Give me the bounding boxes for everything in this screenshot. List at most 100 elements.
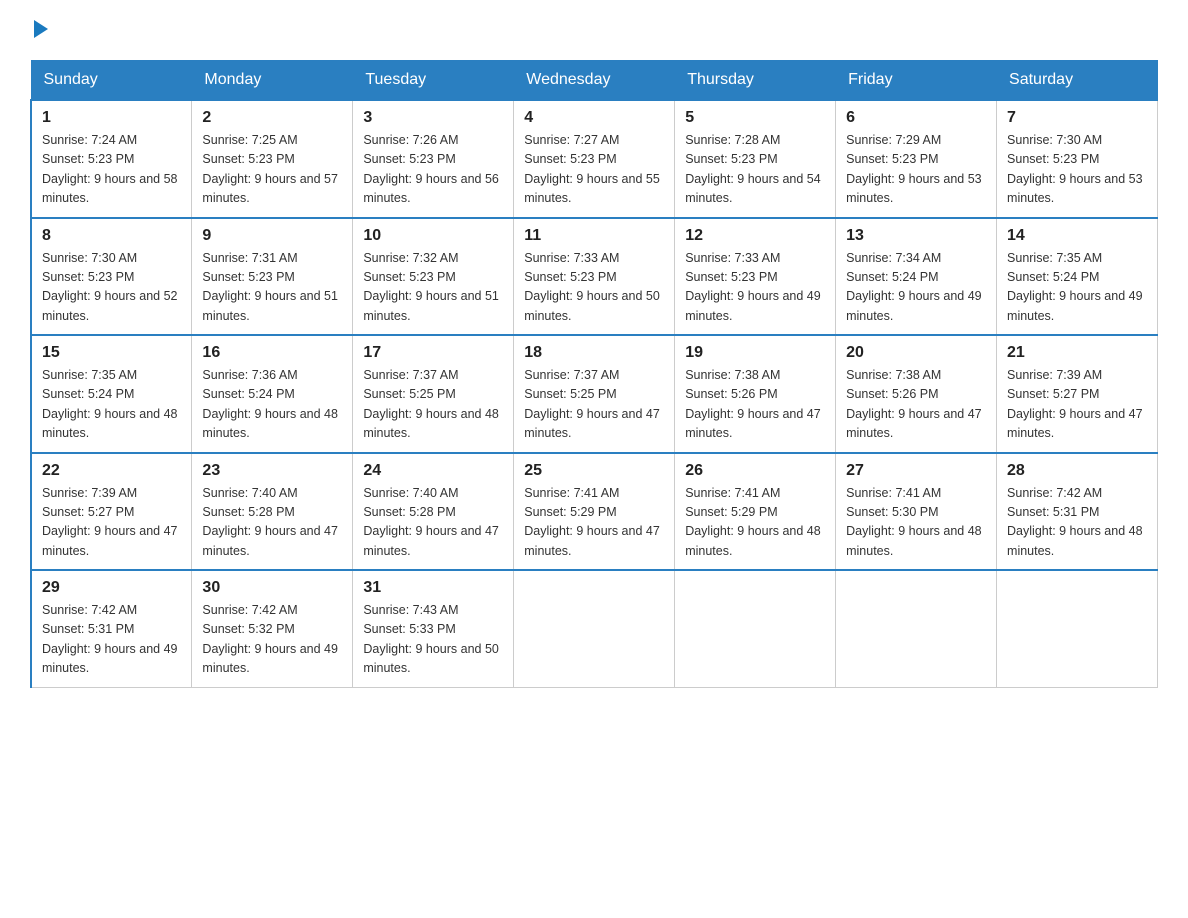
day-number: 15 <box>42 344 181 362</box>
page-header <box>30 20 1158 40</box>
calendar-week-row: 22 Sunrise: 7:39 AMSunset: 5:27 PMDaylig… <box>31 453 1158 571</box>
day-info: Sunrise: 7:32 AMSunset: 5:23 PMDaylight:… <box>363 251 499 323</box>
day-info: Sunrise: 7:29 AMSunset: 5:23 PMDaylight:… <box>846 133 982 205</box>
day-number: 6 <box>846 109 986 127</box>
day-number: 22 <box>42 462 181 480</box>
day-info: Sunrise: 7:41 AMSunset: 5:30 PMDaylight:… <box>846 486 982 558</box>
calendar-day-cell: 31 Sunrise: 7:43 AMSunset: 5:33 PMDaylig… <box>353 570 514 687</box>
day-info: Sunrise: 7:39 AMSunset: 5:27 PMDaylight:… <box>1007 368 1143 440</box>
day-number: 5 <box>685 109 825 127</box>
calendar-week-row: 1 Sunrise: 7:24 AMSunset: 5:23 PMDayligh… <box>31 100 1158 218</box>
calendar-table: SundayMondayTuesdayWednesdayThursdayFrid… <box>30 60 1158 688</box>
calendar-day-cell: 15 Sunrise: 7:35 AMSunset: 5:24 PMDaylig… <box>31 335 192 453</box>
day-info: Sunrise: 7:26 AMSunset: 5:23 PMDaylight:… <box>363 133 499 205</box>
calendar-day-header: Wednesday <box>514 61 675 101</box>
calendar-day-cell: 7 Sunrise: 7:30 AMSunset: 5:23 PMDayligh… <box>997 100 1158 218</box>
day-info: Sunrise: 7:31 AMSunset: 5:23 PMDaylight:… <box>202 251 338 323</box>
day-number: 14 <box>1007 227 1147 245</box>
calendar-week-row: 29 Sunrise: 7:42 AMSunset: 5:31 PMDaylig… <box>31 570 1158 687</box>
day-info: Sunrise: 7:34 AMSunset: 5:24 PMDaylight:… <box>846 251 982 323</box>
day-info: Sunrise: 7:25 AMSunset: 5:23 PMDaylight:… <box>202 133 338 205</box>
calendar-day-cell: 21 Sunrise: 7:39 AMSunset: 5:27 PMDaylig… <box>997 335 1158 453</box>
day-info: Sunrise: 7:35 AMSunset: 5:24 PMDaylight:… <box>42 368 178 440</box>
day-number: 23 <box>202 462 342 480</box>
day-number: 9 <box>202 227 342 245</box>
calendar-day-cell: 23 Sunrise: 7:40 AMSunset: 5:28 PMDaylig… <box>192 453 353 571</box>
calendar-day-cell: 22 Sunrise: 7:39 AMSunset: 5:27 PMDaylig… <box>31 453 192 571</box>
calendar-day-cell: 4 Sunrise: 7:27 AMSunset: 5:23 PMDayligh… <box>514 100 675 218</box>
day-number: 7 <box>1007 109 1147 127</box>
logo-blue-text <box>30 20 48 40</box>
calendar-day-cell: 2 Sunrise: 7:25 AMSunset: 5:23 PMDayligh… <box>192 100 353 218</box>
calendar-day-cell <box>836 570 997 687</box>
calendar-day-header: Tuesday <box>353 61 514 101</box>
calendar-day-cell <box>675 570 836 687</box>
day-info: Sunrise: 7:42 AMSunset: 5:31 PMDaylight:… <box>1007 486 1143 558</box>
calendar-day-cell <box>997 570 1158 687</box>
calendar-day-cell: 11 Sunrise: 7:33 AMSunset: 5:23 PMDaylig… <box>514 218 675 336</box>
day-number: 31 <box>363 579 503 597</box>
day-number: 1 <box>42 109 181 127</box>
day-number: 28 <box>1007 462 1147 480</box>
day-info: Sunrise: 7:42 AMSunset: 5:32 PMDaylight:… <box>202 603 338 675</box>
calendar-day-header: Saturday <box>997 61 1158 101</box>
calendar-week-row: 8 Sunrise: 7:30 AMSunset: 5:23 PMDayligh… <box>31 218 1158 336</box>
day-number: 25 <box>524 462 664 480</box>
day-info: Sunrise: 7:36 AMSunset: 5:24 PMDaylight:… <box>202 368 338 440</box>
day-info: Sunrise: 7:30 AMSunset: 5:23 PMDaylight:… <box>1007 133 1143 205</box>
calendar-day-cell: 9 Sunrise: 7:31 AMSunset: 5:23 PMDayligh… <box>192 218 353 336</box>
day-number: 26 <box>685 462 825 480</box>
calendar-day-cell: 14 Sunrise: 7:35 AMSunset: 5:24 PMDaylig… <box>997 218 1158 336</box>
day-number: 11 <box>524 227 664 245</box>
calendar-week-row: 15 Sunrise: 7:35 AMSunset: 5:24 PMDaylig… <box>31 335 1158 453</box>
day-number: 24 <box>363 462 503 480</box>
calendar-day-cell: 27 Sunrise: 7:41 AMSunset: 5:30 PMDaylig… <box>836 453 997 571</box>
day-number: 18 <box>524 344 664 362</box>
calendar-day-cell: 3 Sunrise: 7:26 AMSunset: 5:23 PMDayligh… <box>353 100 514 218</box>
day-number: 8 <box>42 227 181 245</box>
calendar-day-cell: 20 Sunrise: 7:38 AMSunset: 5:26 PMDaylig… <box>836 335 997 453</box>
calendar-day-cell: 5 Sunrise: 7:28 AMSunset: 5:23 PMDayligh… <box>675 100 836 218</box>
day-info: Sunrise: 7:33 AMSunset: 5:23 PMDaylight:… <box>685 251 821 323</box>
day-info: Sunrise: 7:42 AMSunset: 5:31 PMDaylight:… <box>42 603 178 675</box>
day-number: 4 <box>524 109 664 127</box>
calendar-day-header: Sunday <box>31 61 192 101</box>
calendar-day-cell: 25 Sunrise: 7:41 AMSunset: 5:29 PMDaylig… <box>514 453 675 571</box>
calendar-day-header: Thursday <box>675 61 836 101</box>
calendar-day-cell: 24 Sunrise: 7:40 AMSunset: 5:28 PMDaylig… <box>353 453 514 571</box>
day-number: 12 <box>685 227 825 245</box>
day-info: Sunrise: 7:38 AMSunset: 5:26 PMDaylight:… <box>685 368 821 440</box>
day-info: Sunrise: 7:35 AMSunset: 5:24 PMDaylight:… <box>1007 251 1143 323</box>
day-info: Sunrise: 7:39 AMSunset: 5:27 PMDaylight:… <box>42 486 178 558</box>
day-number: 17 <box>363 344 503 362</box>
day-number: 3 <box>363 109 503 127</box>
calendar-day-cell: 29 Sunrise: 7:42 AMSunset: 5:31 PMDaylig… <box>31 570 192 687</box>
logo <box>30 20 48 40</box>
day-number: 13 <box>846 227 986 245</box>
calendar-day-cell: 19 Sunrise: 7:38 AMSunset: 5:26 PMDaylig… <box>675 335 836 453</box>
calendar-day-cell: 12 Sunrise: 7:33 AMSunset: 5:23 PMDaylig… <box>675 218 836 336</box>
calendar-day-cell: 6 Sunrise: 7:29 AMSunset: 5:23 PMDayligh… <box>836 100 997 218</box>
calendar-day-cell: 28 Sunrise: 7:42 AMSunset: 5:31 PMDaylig… <box>997 453 1158 571</box>
day-number: 2 <box>202 109 342 127</box>
calendar-day-cell: 26 Sunrise: 7:41 AMSunset: 5:29 PMDaylig… <box>675 453 836 571</box>
day-number: 16 <box>202 344 342 362</box>
calendar-day-header: Friday <box>836 61 997 101</box>
day-info: Sunrise: 7:37 AMSunset: 5:25 PMDaylight:… <box>524 368 660 440</box>
day-number: 19 <box>685 344 825 362</box>
day-number: 10 <box>363 227 503 245</box>
calendar-day-cell: 18 Sunrise: 7:37 AMSunset: 5:25 PMDaylig… <box>514 335 675 453</box>
logo-triangle-icon <box>34 20 48 38</box>
day-info: Sunrise: 7:27 AMSunset: 5:23 PMDaylight:… <box>524 133 660 205</box>
day-info: Sunrise: 7:37 AMSunset: 5:25 PMDaylight:… <box>363 368 499 440</box>
calendar-day-cell: 10 Sunrise: 7:32 AMSunset: 5:23 PMDaylig… <box>353 218 514 336</box>
calendar-day-cell <box>514 570 675 687</box>
calendar-day-header: Monday <box>192 61 353 101</box>
day-info: Sunrise: 7:33 AMSunset: 5:23 PMDaylight:… <box>524 251 660 323</box>
calendar-day-cell: 17 Sunrise: 7:37 AMSunset: 5:25 PMDaylig… <box>353 335 514 453</box>
day-info: Sunrise: 7:43 AMSunset: 5:33 PMDaylight:… <box>363 603 499 675</box>
day-info: Sunrise: 7:24 AMSunset: 5:23 PMDaylight:… <box>42 133 178 205</box>
day-number: 20 <box>846 344 986 362</box>
calendar-day-cell: 16 Sunrise: 7:36 AMSunset: 5:24 PMDaylig… <box>192 335 353 453</box>
calendar-header-row: SundayMondayTuesdayWednesdayThursdayFrid… <box>31 61 1158 101</box>
